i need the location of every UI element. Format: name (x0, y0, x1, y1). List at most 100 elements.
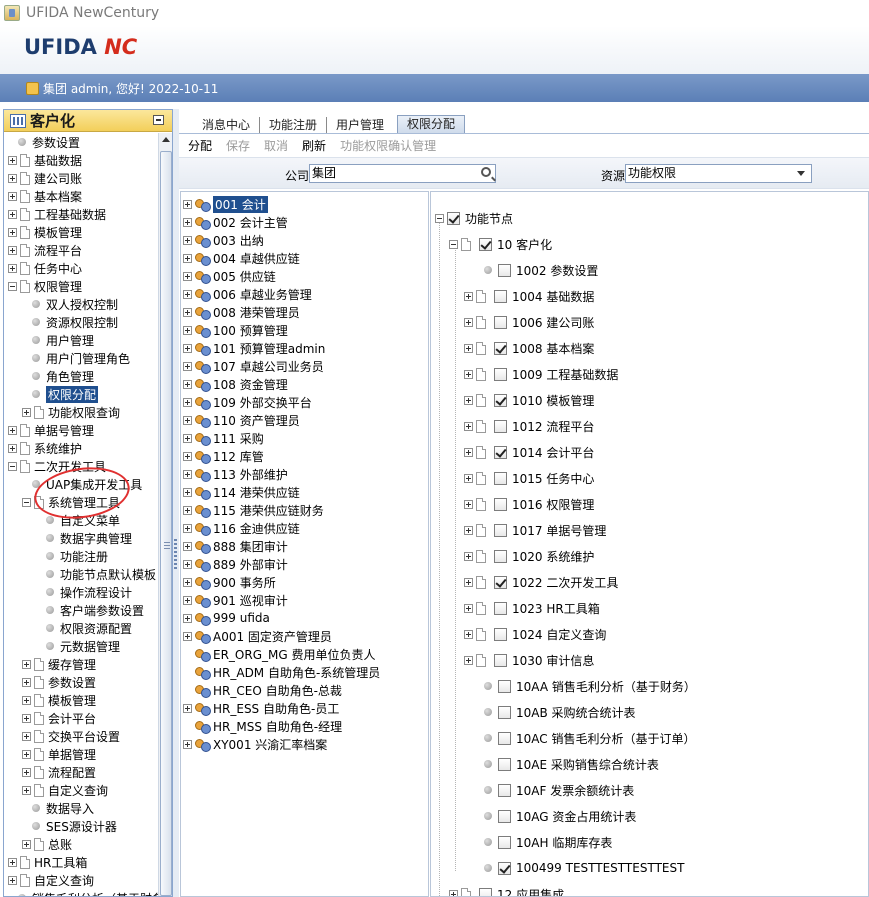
expand-plus-icon[interactable] (8, 245, 17, 255)
sidebar-item[interactable]: 双人授权控制 (32, 295, 118, 313)
role-row[interactable]: 004 卓越供应链 (183, 249, 300, 267)
function-node-row[interactable]: 1030 审计信息 (464, 651, 594, 669)
role-row[interactable]: 008 港荣管理员 (183, 303, 300, 321)
expand-plus-icon[interactable] (183, 415, 192, 425)
expand-plus-icon[interactable] (183, 739, 192, 749)
role-row[interactable]: HR_CEO 自助角色-总裁 (183, 681, 342, 699)
checkbox[interactable] (447, 211, 460, 225)
expand-plus-icon[interactable] (8, 173, 17, 183)
function-node-row[interactable]: 10AG 资金占用统计表 (484, 807, 636, 825)
expand-plus-icon[interactable] (183, 397, 192, 407)
sidebar-item[interactable]: 任务中心 (8, 259, 82, 277)
checkbox[interactable] (494, 601, 507, 615)
collapse-minus-icon[interactable] (8, 281, 17, 291)
expand-plus-icon[interactable] (464, 317, 473, 327)
role-row[interactable]: 999 ufida (183, 609, 270, 627)
function-node-row[interactable]: 1017 单据号管理 (464, 521, 606, 539)
role-row[interactable]: XY001 兴渝汇率档案 (183, 735, 327, 753)
role-row[interactable]: 888 集团审计 (183, 537, 288, 555)
expand-plus-icon[interactable] (464, 499, 473, 509)
function-node-row[interactable]: 1022 二次开发工具 (464, 573, 618, 591)
checkbox[interactable] (494, 471, 507, 485)
role-row[interactable]: 100 预算管理 (183, 321, 288, 339)
expand-plus-icon[interactable] (183, 559, 192, 569)
expand-plus-icon[interactable] (183, 613, 192, 623)
role-row[interactable]: HR_MSS 自助角色-经理 (183, 717, 342, 735)
sidebar-item[interactable]: 功能权限查询 (22, 403, 120, 421)
checkbox[interactable] (498, 783, 511, 797)
expand-plus-icon[interactable] (464, 291, 473, 301)
expand-plus-icon[interactable] (22, 713, 31, 723)
expand-plus-icon[interactable] (183, 451, 192, 461)
role-row[interactable]: 113 外部维护 (183, 465, 288, 483)
expand-plus-icon[interactable] (183, 307, 192, 317)
expand-plus-icon[interactable] (183, 487, 192, 497)
function-node-row[interactable]: 1023 HR工具箱 (464, 599, 600, 617)
role-row[interactable]: 002 会计主管 (183, 213, 288, 231)
function-node-row[interactable]: 1020 系统维护 (464, 547, 594, 565)
expand-plus-icon[interactable] (464, 395, 473, 405)
expand-plus-icon[interactable] (183, 541, 192, 551)
left-scrollbar[interactable] (158, 133, 172, 896)
sidebar-item[interactable]: 单据管理 (22, 745, 96, 763)
role-row[interactable]: A001 固定资产管理员 (183, 627, 332, 645)
expand-plus-icon[interactable] (183, 343, 192, 353)
function-node-row[interactable]: 10AA 销售毛利分析（基于财务） (484, 677, 696, 695)
expand-plus-icon[interactable] (183, 523, 192, 533)
checkbox[interactable] (498, 705, 511, 719)
role-row[interactable]: 108 资金管理 (183, 375, 288, 393)
function-node-row[interactable]: 10AE 采购销售综合统计表 (484, 755, 659, 773)
function-node-row[interactable]: 1014 会计平台 (464, 443, 594, 461)
confirm-manage-button[interactable]: 功能权限确认管理 (340, 137, 436, 154)
expand-plus-icon[interactable] (22, 767, 31, 777)
expand-plus-icon[interactable] (464, 421, 473, 431)
collapse-minus-icon[interactable] (8, 461, 17, 471)
sidebar-item[interactable]: 自定义查询 (22, 781, 108, 799)
refresh-button[interactable]: 刷新 (302, 137, 326, 154)
expand-plus-icon[interactable] (449, 889, 458, 896)
scroll-thumb[interactable] (160, 151, 172, 896)
checkbox[interactable] (498, 679, 511, 693)
expand-plus-icon[interactable] (22, 839, 31, 849)
checkbox[interactable] (498, 861, 511, 875)
checkbox[interactable] (479, 887, 492, 896)
role-row[interactable]: 101 预算管理admin (183, 339, 325, 357)
sidebar-item[interactable]: 总账 (22, 835, 72, 853)
assign-button[interactable]: 分配 (188, 137, 212, 154)
function-node-row[interactable]: 1006 建公司账 (464, 313, 594, 331)
function-node-row[interactable]: 10AF 发票余额统计表 (484, 781, 634, 799)
expand-plus-icon[interactable] (464, 551, 473, 561)
sidebar-item[interactable]: 工程基础数据 (8, 205, 106, 223)
expand-plus-icon[interactable] (464, 577, 473, 587)
function-node-row[interactable]: 1010 模板管理 (464, 391, 594, 409)
function-node-row[interactable]: 1012 流程平台 (464, 417, 594, 435)
sidebar-item[interactable]: 参数设置 (22, 673, 96, 691)
scroll-up-icon[interactable] (162, 137, 170, 142)
sidebar-item[interactable]: 建公司账 (8, 169, 82, 187)
function-node-row[interactable]: 1024 自定义查询 (464, 625, 606, 643)
checkbox[interactable] (494, 445, 507, 459)
sidebar-item[interactable]: 数据导入 (32, 799, 94, 817)
function-node-row[interactable]: 10AH 临期库存表 (484, 833, 612, 851)
expand-plus-icon[interactable] (183, 469, 192, 479)
role-row[interactable]: 109 外部交换平台 (183, 393, 312, 411)
sidebar-item[interactable]: 元数据管理 (46, 637, 120, 655)
sidebar-item[interactable]: 模板管理 (8, 223, 82, 241)
role-row[interactable]: 005 供应链 (183, 267, 276, 285)
expand-plus-icon[interactable] (22, 785, 31, 795)
sidebar-item[interactable]: 基本档案 (8, 187, 82, 205)
expand-plus-icon[interactable] (464, 473, 473, 483)
expand-plus-icon[interactable] (22, 407, 31, 417)
sidebar-item[interactable]: 交换平台设置 (22, 727, 120, 745)
expand-plus-icon[interactable] (183, 253, 192, 263)
role-row[interactable]: HR_ESS 自助角色-员工 (183, 699, 339, 717)
role-row[interactable]: 900 事务所 (183, 573, 276, 591)
checkbox[interactable] (498, 757, 511, 771)
checkbox[interactable] (494, 367, 507, 381)
sidebar-item[interactable]: 资源权限控制 (32, 313, 118, 331)
checkbox[interactable] (494, 653, 507, 667)
sidebar-item[interactable]: 系统维护 (8, 439, 82, 457)
expand-plus-icon[interactable] (8, 155, 17, 165)
sidebar-item[interactable]: SES源设计器 (32, 817, 117, 835)
expand-plus-icon[interactable] (183, 433, 192, 443)
